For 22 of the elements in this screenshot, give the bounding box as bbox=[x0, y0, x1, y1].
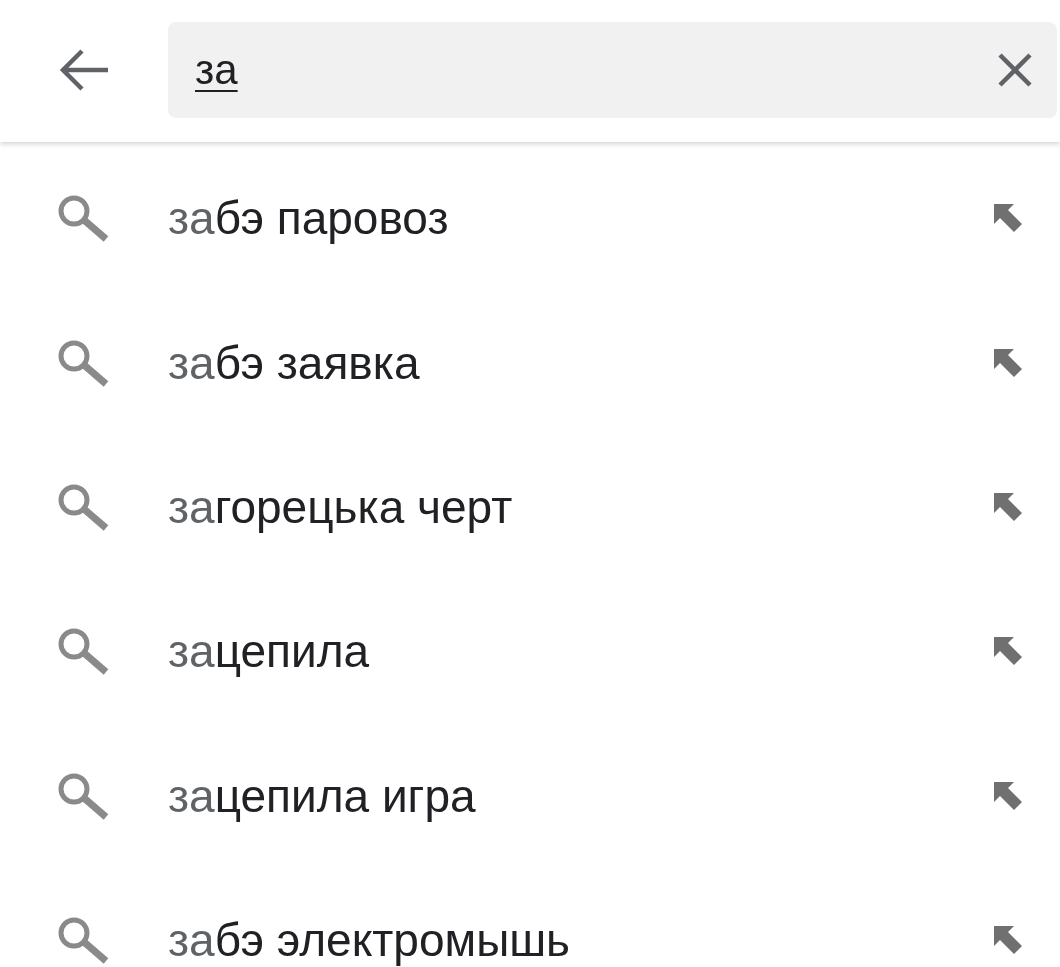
suggestion-item[interactable]: забэ заявка bbox=[0, 290, 1060, 435]
suggestion-item[interactable]: зацепила bbox=[0, 579, 1060, 724]
suggestion-text: забэ заявка bbox=[168, 335, 421, 390]
arrow-up-left-icon bbox=[992, 635, 1024, 668]
back-arrow-icon bbox=[58, 48, 110, 92]
clear-button[interactable] bbox=[997, 52, 1033, 88]
search-field[interactable]: за bbox=[168, 22, 1057, 118]
close-icon bbox=[997, 52, 1033, 88]
arrow-up-left-icon bbox=[992, 924, 1024, 957]
arrow-up-left-icon bbox=[992, 779, 1024, 812]
suggestion-item[interactable]: загорецька черт bbox=[0, 434, 1060, 580]
suggestion-item[interactable]: забэ электромышь bbox=[0, 867, 1060, 967]
suggestion-text: загорецька черт bbox=[168, 479, 514, 534]
arrow-up-left-icon bbox=[992, 490, 1024, 523]
arrow-up-left-icon bbox=[992, 202, 1024, 235]
suggestion-text: забэ паровоз bbox=[168, 191, 450, 246]
arrow-up-left-icon bbox=[992, 346, 1024, 379]
suggestion-text: зацепила игра bbox=[168, 768, 477, 823]
suggestion-text: зацепила bbox=[168, 624, 371, 679]
suggestion-item[interactable]: забэ паровоз bbox=[0, 146, 1060, 291]
suggestion-item[interactable]: зацепила игра bbox=[0, 723, 1060, 868]
suggestion-text: забэ электромышь bbox=[168, 913, 572, 967]
